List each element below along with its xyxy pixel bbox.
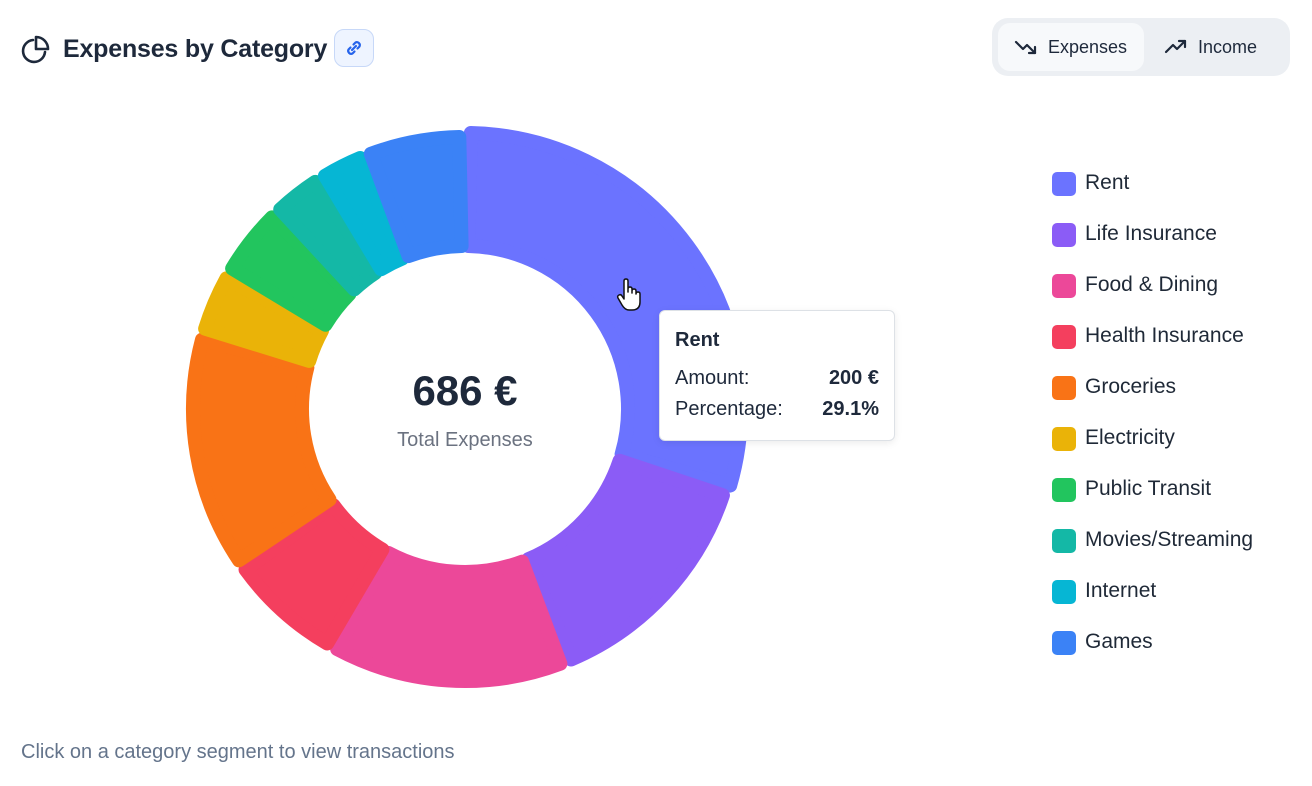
legend-label: Health Insurance bbox=[1085, 324, 1244, 347]
legend-swatch bbox=[1052, 580, 1076, 604]
legend-swatch bbox=[1052, 478, 1076, 502]
segment-tooltip: Rent Amount: 200 € Percentage: 29.1% bbox=[659, 310, 895, 441]
legend-label: Food & Dining bbox=[1085, 273, 1219, 296]
legend-label: Movies/Streaming bbox=[1085, 528, 1254, 551]
income-toggle-button[interactable]: Income bbox=[1148, 23, 1284, 71]
legend-swatch bbox=[1052, 274, 1076, 298]
total-expenses-label: Total Expenses bbox=[397, 429, 533, 451]
total-expenses-value: 686 € bbox=[412, 367, 518, 414]
tooltip-title: Rent bbox=[675, 329, 720, 351]
legend-item-electricity[interactable]: Electricity bbox=[1052, 422, 1253, 473]
legend-item-rent[interactable]: Rent bbox=[1052, 167, 1253, 218]
legend-label: Rent bbox=[1085, 171, 1130, 194]
legend-item-games[interactable]: Games bbox=[1052, 626, 1253, 677]
legend-item-food-dining[interactable]: Food & Dining bbox=[1052, 269, 1253, 320]
tooltip-percentage-label: Percentage: bbox=[675, 398, 783, 420]
legend-item-internet[interactable]: Internet bbox=[1052, 575, 1253, 626]
legend-item-public-transit[interactable]: Public Transit bbox=[1052, 473, 1253, 524]
expenses-toggle-button[interactable]: Expenses bbox=[998, 23, 1144, 71]
donut-segment-life-insurance[interactable] bbox=[521, 453, 730, 667]
chart-hint: Click on a category segment to view tran… bbox=[21, 741, 455, 763]
hand-pointer-cursor-icon bbox=[616, 278, 641, 311]
tooltip-amount-row: Amount: 200 € bbox=[675, 367, 879, 390]
legend-label: Life Insurance bbox=[1085, 222, 1217, 245]
legend-label: Internet bbox=[1085, 579, 1157, 602]
expense-income-toggle: Expenses Income bbox=[992, 18, 1290, 76]
tooltip-percentage-value: 29.1% bbox=[822, 398, 879, 420]
income-toggle-label: Income bbox=[1198, 36, 1258, 57]
tooltip-amount-label: Amount: bbox=[675, 367, 750, 389]
trending-up-icon bbox=[1164, 39, 1187, 54]
legend-swatch bbox=[1052, 631, 1076, 655]
legend-label: Groceries bbox=[1085, 375, 1177, 398]
legend-item-groceries[interactable]: Groceries bbox=[1052, 371, 1253, 422]
legend-item-health-insurance[interactable]: Health Insurance bbox=[1052, 320, 1253, 371]
legend-swatch bbox=[1052, 172, 1076, 196]
legend-swatch bbox=[1052, 529, 1076, 553]
trending-down-icon bbox=[1014, 40, 1037, 55]
legend-item-movies-streaming[interactable]: Movies/Streaming bbox=[1052, 524, 1253, 575]
legend-swatch bbox=[1052, 427, 1076, 451]
legend-label: Electricity bbox=[1085, 426, 1175, 449]
tooltip-amount-value: 200 € bbox=[828, 367, 879, 389]
legend-item-life-insurance[interactable]: Life Insurance bbox=[1052, 218, 1253, 269]
legend-swatch bbox=[1052, 223, 1076, 247]
expenses-toggle-label: Expenses bbox=[1048, 36, 1128, 57]
legend-swatch bbox=[1052, 325, 1076, 349]
tooltip-percentage-row: Percentage: 29.1% bbox=[675, 398, 879, 421]
legend-swatch bbox=[1052, 376, 1076, 400]
legend-label: Games bbox=[1085, 630, 1153, 653]
legend-label: Public Transit bbox=[1085, 477, 1212, 500]
chart-legend: Rent Life Insurance Food & Dining Health In… bbox=[1052, 167, 1253, 677]
